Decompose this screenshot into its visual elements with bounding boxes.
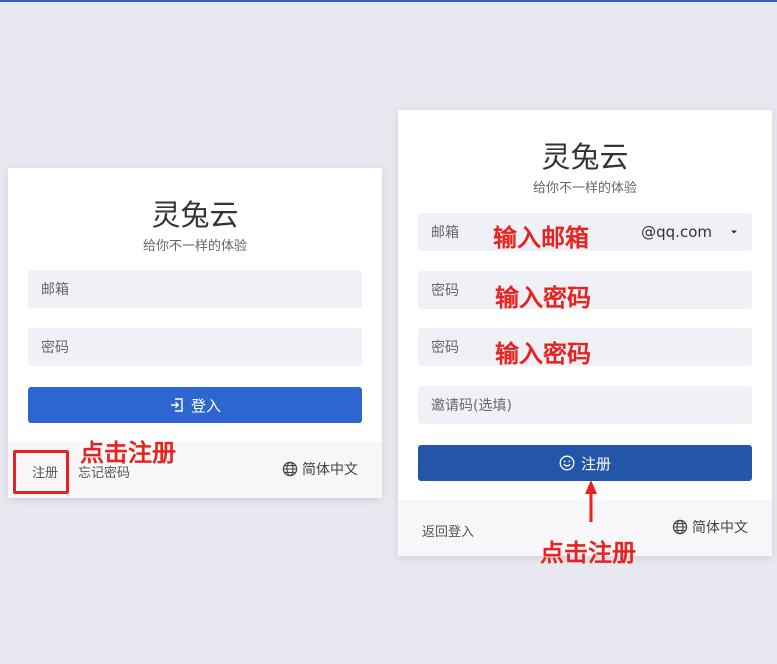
email-field[interactable]: 邮箱 [28,270,362,308]
globe-icon [282,461,298,477]
confirm-password-label: 密码 [431,340,459,356]
password-label: 密码 [431,283,459,299]
brand-title: 灵兔云 [541,140,629,174]
annotation-click-register-left: 点击注册 [80,439,176,467]
language-selector[interactable]: 简体中文 [282,459,358,479]
password-field[interactable]: 密码 [28,328,362,366]
arrow-up-icon [585,480,597,522]
email-label: 邮箱 [431,225,459,241]
invite-code-placeholder: 邀请码(选填) [431,398,512,414]
login-icon [170,398,183,412]
invite-code-field[interactable]: 邀请码(选填) [418,386,752,424]
globe-icon [672,519,688,535]
email-placeholder: 邮箱 [41,282,69,298]
caret-down-icon [731,230,737,234]
login-label: 登入 [190,396,221,415]
email-domain-value: @qq.com [641,223,712,241]
language-label: 简体中文 [302,462,358,478]
brand-title: 灵兔云 [151,198,239,232]
language-label: 简体中文 [692,520,748,536]
password-placeholder: 密码 [41,340,69,356]
register-label: 注册 [580,454,611,473]
email-domain-select[interactable]: @qq.com [641,213,738,251]
brand-subtitle: 给你不一样的体验 [142,239,247,254]
annotation-enter-email: 输入邮箱 [493,224,589,252]
annotation-enter-password: 输入密码 [495,284,591,312]
login-card: 灵兔云 给你不一样的体验 邮箱 密码 登入 注册 忘记密码 简体中文 [8,168,382,498]
top-border [0,0,777,2]
back-to-login-link[interactable]: 返回登入 [422,521,474,540]
register-highlight-box [13,450,69,494]
login-button[interactable]: 登入 [28,387,362,423]
smile-icon [559,455,575,471]
register-button[interactable]: 注册 [418,445,752,481]
brand-subtitle: 给你不一样的体验 [532,181,637,196]
language-selector[interactable]: 简体中文 [672,517,748,537]
annotation-click-register-right: 点击注册 [540,539,636,567]
annotation-enter-password-again: 输入密码 [495,340,591,368]
